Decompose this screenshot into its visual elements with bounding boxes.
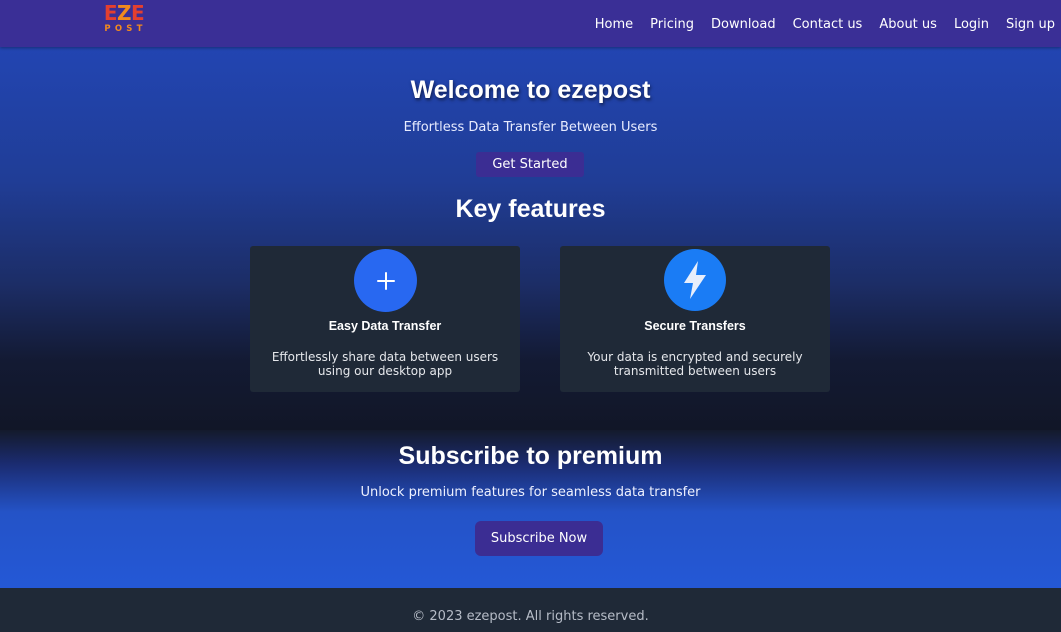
- key-features-heading: Key features: [455, 195, 606, 223]
- nav-login[interactable]: Login: [954, 17, 989, 32]
- feature-title: Secure Transfers: [644, 319, 746, 333]
- copyright-text: © 2023 ezepost. All rights reserved.: [412, 609, 649, 624]
- feature-description: Effortlessly share data between users us…: [271, 350, 499, 378]
- logo-wordmark: EZE: [103, 1, 145, 25]
- feature-card-easy-transfer: Easy Data Transfer Effortlessly share da…: [250, 246, 520, 392]
- feature-title: Easy Data Transfer: [328, 319, 442, 333]
- hero-section: Welcome to ezepost Effortless Data Trans…: [0, 47, 1061, 430]
- nav-home[interactable]: Home: [595, 17, 633, 32]
- get-started-button[interactable]: Get Started: [476, 152, 584, 177]
- feature-card-secure-transfers: Secure Transfers Your data is encrypted …: [560, 246, 830, 392]
- nav-links: Home Pricing Download Contact us About u…: [595, 0, 1055, 47]
- footer: © 2023 ezepost. All rights reserved.: [0, 588, 1061, 632]
- hero-title: Welcome to ezepost: [410, 76, 651, 104]
- ezepost-logo[interactable]: EZE POST: [98, 3, 150, 37]
- plus-icon: [354, 249, 417, 312]
- nav-about-us[interactable]: About us: [879, 17, 937, 32]
- nav-pricing[interactable]: Pricing: [650, 17, 694, 32]
- logo-subtext: POST: [104, 24, 147, 34]
- navbar: EZE POST Home Pricing Download Contact u…: [0, 0, 1061, 47]
- subscribe-text: Unlock premium features for seamless dat…: [360, 485, 701, 500]
- lightning-icon: [664, 249, 726, 311]
- subscribe-title: Subscribe to premium: [398, 442, 663, 470]
- nav-contact-us[interactable]: Contact us: [793, 17, 863, 32]
- feature-description: Your data is encrypted and securely tran…: [587, 350, 803, 378]
- hero-subtitle: Effortless Data Transfer Between Users: [403, 120, 658, 135]
- nav-download[interactable]: Download: [711, 17, 776, 32]
- subscribe-section: Subscribe to premium Unlock premium feat…: [0, 430, 1061, 588]
- nav-sign-up[interactable]: Sign up: [1006, 17, 1055, 32]
- subscribe-now-button[interactable]: Subscribe Now: [475, 521, 603, 556]
